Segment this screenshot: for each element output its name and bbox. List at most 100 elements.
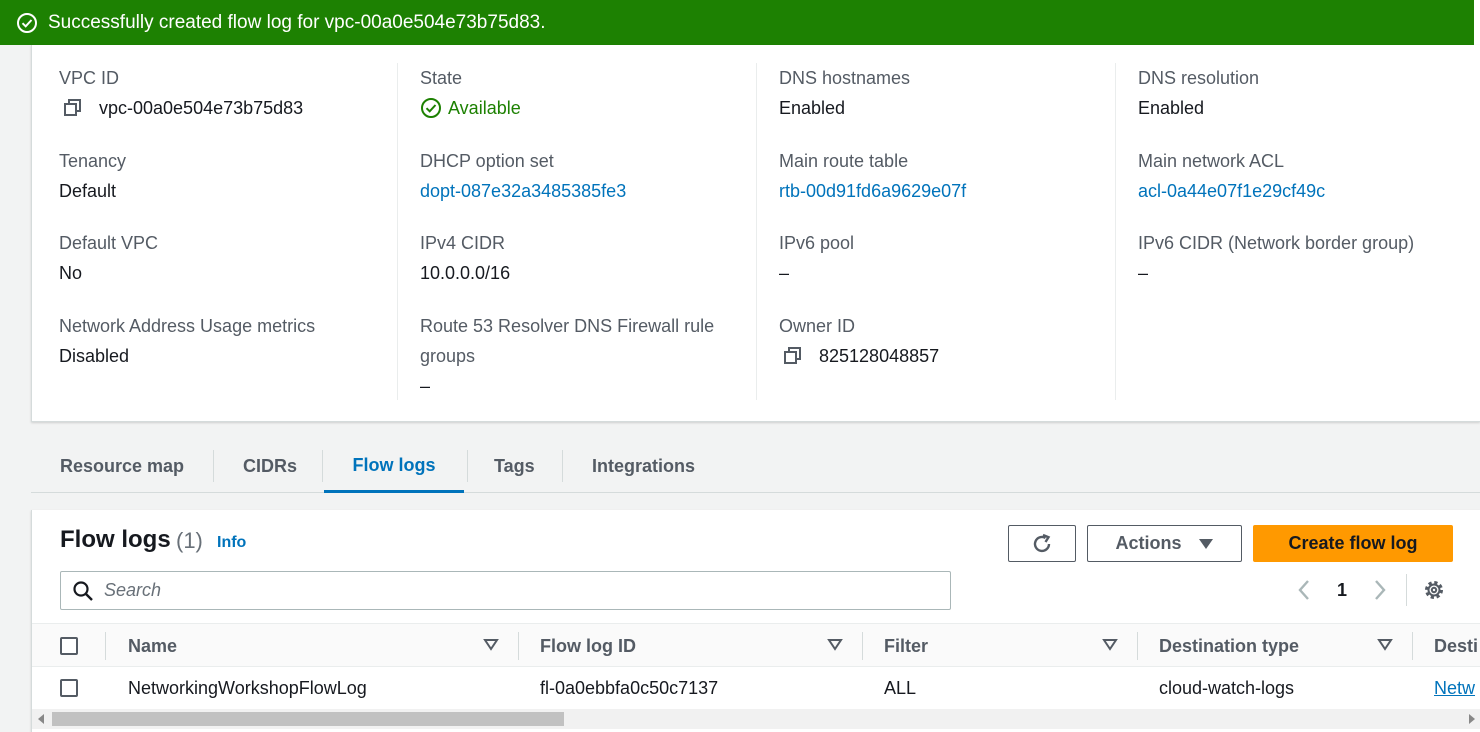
main-network-acl-field: Main network ACL acl-0a44e07f1e29cf49c	[1138, 146, 1468, 206]
vpc-id-label: VPC ID	[59, 68, 120, 88]
horizontal-scrollbar[interactable]	[32, 709, 1480, 729]
tab-separator	[322, 450, 323, 482]
column-separator	[862, 632, 863, 660]
route53-firewall-label-line2: groups	[420, 346, 476, 366]
tenancy-field: Tenancy Default	[59, 146, 389, 206]
column-header-name[interactable]: Name	[128, 624, 177, 668]
dhcp-option-set-link[interactable]: dopt-087e32a3485385fe3	[420, 176, 750, 206]
details-column-4: DNS resolution Enabled Main network ACL …	[1115, 63, 1475, 400]
details-column-1: VPC ID vpc-00a0e504e73b75d83 Tenancy Def…	[59, 63, 389, 400]
chevron-left-icon	[1298, 580, 1309, 600]
cell-destination-link[interactable]: Netw	[1434, 667, 1480, 709]
sort-caret-icon[interactable]	[1102, 638, 1118, 652]
cell-destination-type: cloud-watch-logs	[1159, 677, 1295, 698]
main-network-acl-link[interactable]: acl-0a44e07f1e29cf49c	[1138, 176, 1468, 206]
pagination-next[interactable]	[1370, 576, 1390, 604]
dhcp-option-set-label: DHCP option set	[420, 151, 554, 171]
main-network-acl-label: Main network ACL	[1138, 151, 1285, 171]
ipv6-cidr-value: –	[1138, 263, 1149, 283]
info-link[interactable]: Info	[217, 534, 246, 552]
dns-hostnames-value: Enabled	[779, 98, 846, 118]
default-vpc-value: No	[59, 263, 83, 283]
actions-button[interactable]: Actions	[1087, 525, 1242, 562]
row-checkbox[interactable]	[60, 679, 78, 697]
pagination-page-1[interactable]: 1	[1332, 576, 1352, 604]
ipv6-cidr-field: IPv6 CIDR (Network border group) –	[1138, 228, 1468, 288]
state-value: Available	[420, 93, 750, 123]
vpc-id-field: VPC ID vpc-00a0e504e73b75d83	[59, 63, 389, 123]
dns-resolution-field: DNS resolution Enabled	[1138, 63, 1468, 123]
dns-hostnames-label: DNS hostnames	[779, 68, 911, 88]
scroll-right-arrow-icon[interactable]	[1468, 714, 1476, 724]
main-route-table-link[interactable]: rtb-00d91fd6a9629e07f	[779, 176, 1109, 206]
table-row: NetworkingWorkshopFlowLog fl-0a0ebbfa0c5…	[32, 667, 1480, 709]
pager-divider	[1406, 574, 1407, 606]
column-separator	[1412, 632, 1413, 660]
tenancy-value: Default	[59, 181, 117, 201]
ipv4-cidr-label: IPv4 CIDR	[420, 233, 506, 253]
details-column-3: DNS hostnames Enabled Main route table r…	[756, 63, 1116, 400]
search-input[interactable]	[104, 580, 884, 601]
table-settings-button[interactable]	[1421, 576, 1447, 604]
ipv6-pool-field: IPv6 pool –	[779, 228, 1109, 288]
ipv4-cidr-field: IPv4 CIDR 10.0.0.0/16	[420, 228, 750, 288]
route53-firewall-label-line1: Route 53 Resolver DNS Firewall rule	[420, 316, 715, 336]
dns-resolution-label: DNS resolution	[1138, 68, 1260, 88]
sort-caret-icon[interactable]	[483, 638, 499, 652]
tab-integrations[interactable]: Integrations	[592, 440, 695, 493]
tab-separator	[213, 450, 214, 482]
ipv6-pool-label: IPv6 pool	[779, 233, 855, 253]
state-label: State	[420, 68, 463, 88]
tab-resource-map[interactable]: Resource map	[60, 440, 184, 493]
column-header-destination[interactable]: Desti	[1434, 624, 1480, 668]
create-flow-log-button[interactable]: Create flow log	[1253, 525, 1453, 562]
tab-tags[interactable]: Tags	[494, 440, 535, 493]
copy-icon[interactable]	[783, 346, 803, 366]
tab-separator	[562, 450, 563, 482]
search-box	[60, 571, 951, 610]
success-check-icon	[17, 12, 37, 33]
owner-id-value: 825128048857	[779, 341, 1109, 371]
success-check-icon	[421, 98, 441, 118]
refresh-button[interactable]	[1008, 525, 1076, 562]
caret-down-icon	[1198, 538, 1213, 549]
network-address-usage-field: Network Address Usage metrics Disabled	[59, 311, 389, 371]
vpc-id-text: vpc-00a0e504e73b75d83	[99, 98, 304, 118]
cell-name: NetworkingWorkshopFlowLog	[128, 677, 367, 698]
refresh-icon	[1033, 533, 1051, 552]
vpc-id-value: vpc-00a0e504e73b75d83	[59, 93, 389, 123]
details-column-2: State Available DHCP option set dopt-087…	[397, 63, 757, 400]
default-vpc-field: Default VPC No	[59, 228, 389, 288]
scrollbar-thumb[interactable]	[52, 712, 564, 726]
main-route-table-label: Main route table	[779, 151, 909, 171]
tenancy-label: Tenancy	[59, 151, 127, 171]
column-header-destination-type[interactable]: Destination type	[1159, 624, 1299, 668]
flow-logs-count: (1)	[176, 528, 203, 553]
cell-flow-log-id: fl-0a0ebbfa0c50c7137	[540, 677, 719, 698]
scroll-left-arrow-icon[interactable]	[37, 714, 45, 724]
cell-filter: ALL	[884, 677, 917, 698]
tab-cidrs[interactable]: CIDRs	[243, 440, 297, 493]
sort-caret-icon[interactable]	[1377, 638, 1393, 652]
copy-icon[interactable]	[63, 98, 83, 118]
sort-caret-icon[interactable]	[827, 638, 843, 652]
ipv6-pool-value: –	[779, 263, 790, 283]
pagination-previous[interactable]	[1294, 576, 1314, 604]
column-header-flow-log-id[interactable]: Flow log ID	[540, 624, 636, 668]
tab-flow-logs[interactable]: Flow logs	[324, 440, 464, 493]
state-field: State Available	[420, 63, 750, 123]
route53-firewall-value: –	[420, 376, 431, 396]
owner-id-label: Owner ID	[779, 316, 856, 336]
flow-logs-panel: Flow logs (1) Info Actions Create flow l…	[31, 510, 1480, 732]
vpc-details-panel: VPC ID vpc-00a0e504e73b75d83 Tenancy Def…	[31, 45, 1480, 422]
select-all-checkbox[interactable]	[60, 637, 78, 655]
network-address-usage-value: Disabled	[59, 346, 130, 366]
success-banner: Successfully created flow log for vpc-00…	[0, 0, 1480, 45]
column-header-filter[interactable]: Filter	[884, 624, 928, 668]
actions-label: Actions	[1115, 533, 1182, 553]
ipv4-cidr-value: 10.0.0.0/16	[420, 263, 511, 283]
main-route-table-field: Main route table rtb-00d91fd6a9629e07f	[779, 146, 1109, 206]
detail-tabs: Resource map CIDRs Flow logs Tags Integr…	[31, 440, 1480, 493]
owner-id-field: Owner ID 825128048857	[779, 311, 1109, 371]
ipv6-cidr-label: IPv6 CIDR (Network border group)	[1138, 233, 1415, 253]
